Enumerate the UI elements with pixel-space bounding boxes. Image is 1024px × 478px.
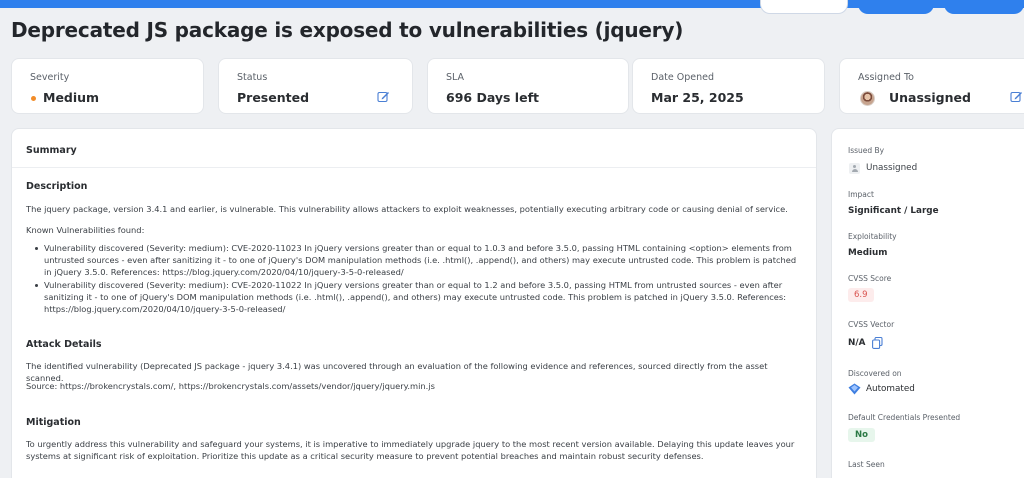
- date-opened-value: Mar 25, 2025: [651, 90, 744, 105]
- date-opened-card: Date Opened Mar 25, 2025: [632, 58, 825, 114]
- severity-value: Medium: [43, 90, 100, 105]
- list-item: Vulnerability discovered (Severity: medi…: [34, 242, 804, 279]
- last-seen-label: Last Seen: [848, 460, 885, 469]
- date-opened-label: Date Opened: [651, 72, 714, 83]
- impact-value: Significant / Large: [848, 206, 939, 216]
- details-panel: Summary Description The jquery package, …: [11, 128, 817, 478]
- sla-label: SLA: [446, 72, 465, 83]
- avatar: [860, 91, 875, 106]
- summary-cards: Severity Medium Status Presented SLA 696…: [11, 58, 1024, 114]
- summary-heading: Summary: [26, 145, 77, 156]
- exploitability-value: Medium: [848, 248, 888, 258]
- status-card: Status Presented: [218, 58, 413, 114]
- mitigation-heading: Mitigation: [26, 417, 81, 428]
- divider: [12, 167, 816, 168]
- user-icon: [849, 163, 860, 174]
- header-secondary-button[interactable]: [760, 0, 848, 14]
- copy-icon[interactable]: [872, 337, 883, 349]
- assigned-to-card: Assigned To Unassigned: [839, 58, 1024, 114]
- description-heading: Description: [26, 181, 88, 192]
- default-credentials-badge: No: [848, 428, 875, 442]
- status-value: Presented: [237, 90, 310, 105]
- edit-icon[interactable]: [1010, 90, 1023, 103]
- impact-label: Impact: [848, 190, 874, 199]
- cvss-score-label: CVSS Score: [848, 274, 892, 283]
- attack-details-source: Source: https://brokencrystals.com/, htt…: [26, 381, 435, 391]
- mitigation-text: To urgently address this vulnerability a…: [26, 439, 795, 462]
- default-credentials-label: Default Credentials Presented: [848, 413, 961, 422]
- discovered-on-value: Automated: [866, 384, 915, 394]
- cvss-score-badge: 6.9: [848, 288, 874, 302]
- vulnerability-list: Vulnerability discovered (Severity: medi…: [34, 242, 804, 315]
- assigned-to-label: Assigned To: [858, 72, 914, 83]
- issued-by-label: Issued By: [848, 146, 885, 155]
- header-primary-button[interactable]: [858, 0, 934, 14]
- exploitability-label: Exploitability: [848, 232, 897, 241]
- sla-card: SLA 696 Days left: [427, 58, 629, 114]
- severity-dot: [31, 96, 36, 101]
- severity-card: Severity Medium: [11, 58, 204, 114]
- automated-icon: [848, 383, 861, 395]
- status-label: Status: [237, 72, 268, 83]
- issued-by-value: Unassigned: [866, 163, 918, 173]
- metadata-panel: Issued By Unassigned Impact Significant …: [831, 128, 1024, 478]
- discovered-on-label: Discovered on: [848, 369, 902, 378]
- header-action-button[interactable]: [944, 0, 1024, 14]
- attack-details-heading: Attack Details: [26, 339, 102, 350]
- cvss-vector-value: N/A: [848, 338, 866, 348]
- list-item: Vulnerability discovered (Severity: medi…: [34, 279, 804, 316]
- assigned-to-value: Unassigned: [889, 90, 971, 105]
- description-text: The jquery package, version 3.4.1 and ea…: [26, 204, 788, 214]
- sla-value: 696 Days left: [446, 90, 539, 105]
- page-title: Deprecated JS package is exposed to vuln…: [11, 18, 684, 42]
- edit-icon[interactable]: [377, 90, 390, 103]
- cvss-vector-label: CVSS Vector: [848, 320, 895, 329]
- known-vulnerabilities-label: Known Vulnerabilities found:: [26, 225, 145, 235]
- severity-label: Severity: [30, 72, 70, 83]
